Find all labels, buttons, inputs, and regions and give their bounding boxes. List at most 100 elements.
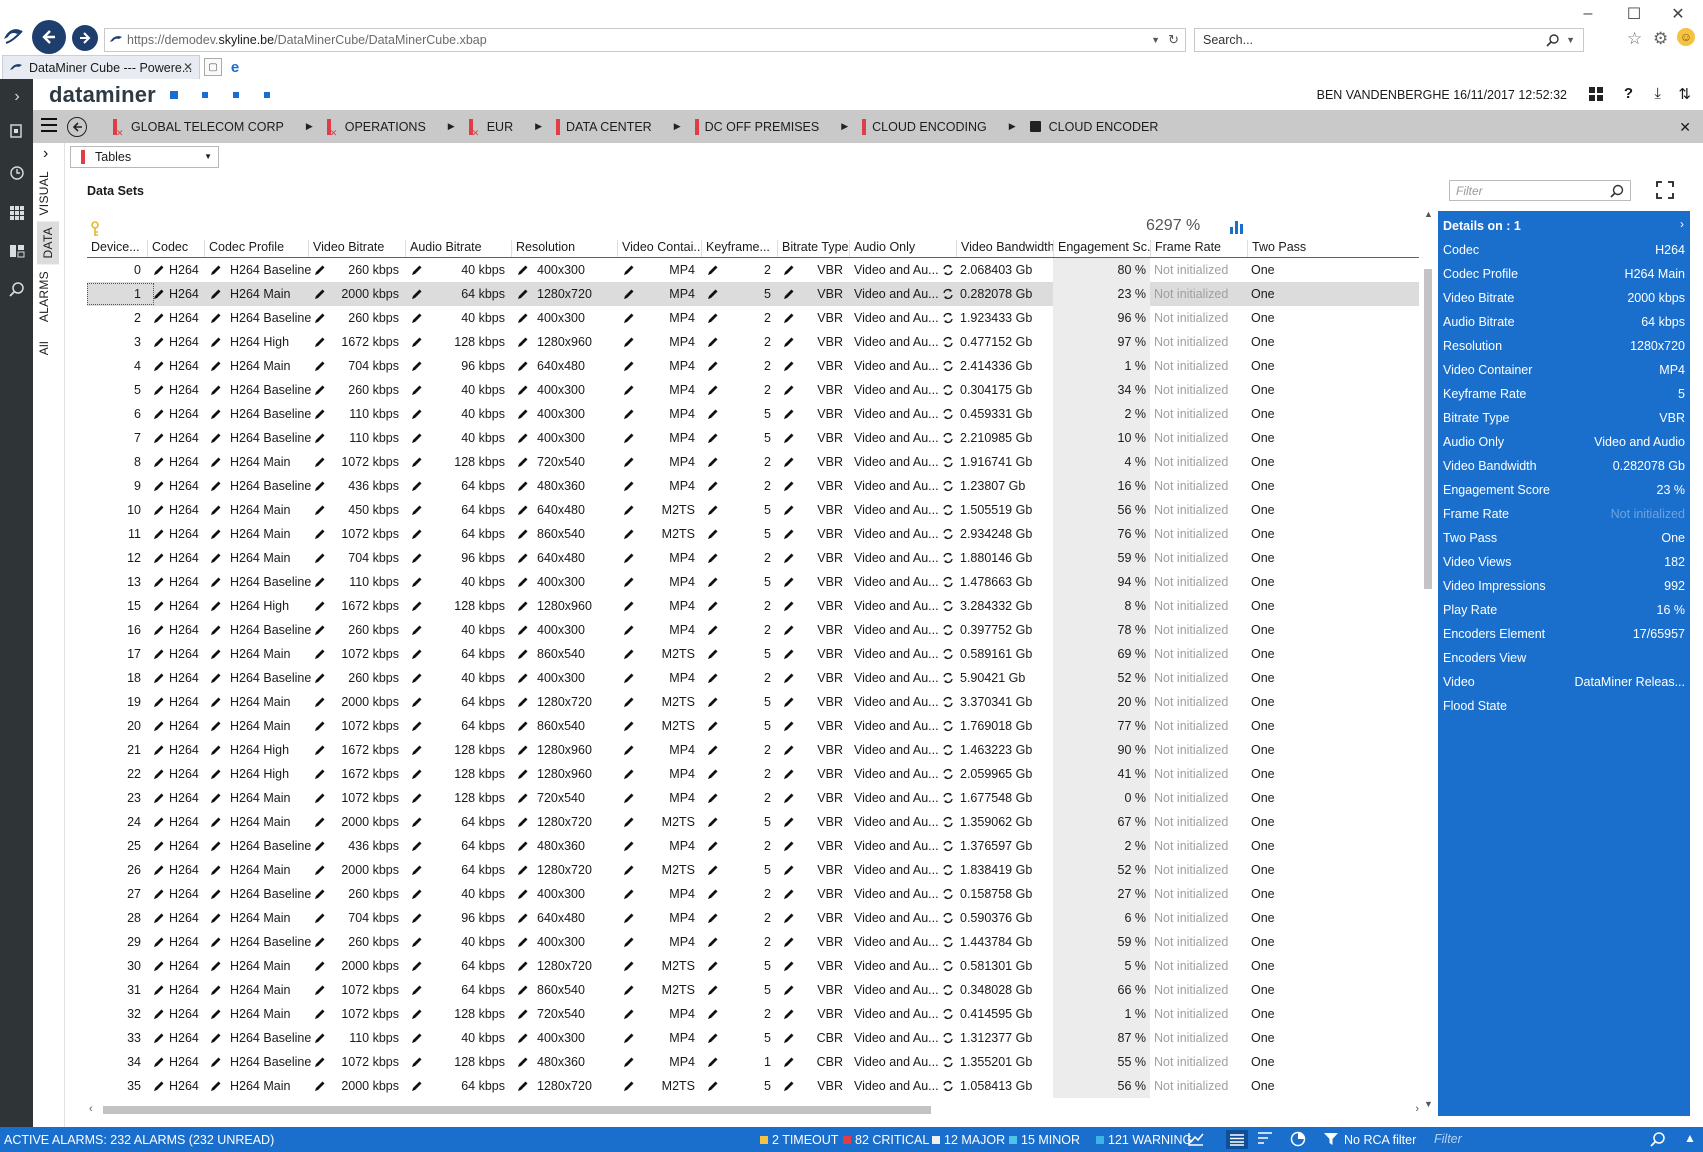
table-cell[interactable]: 22 [87, 762, 141, 786]
breadcrumb-item[interactable]: CLOUD ENCODING ▶ [862, 110, 1030, 143]
edit-pencil-icon[interactable] [517, 984, 529, 996]
table-row[interactable]: 32 H264 H264 Main 1072 kbps 128 kbps 720x540 M… [87, 1002, 1419, 1026]
workspace-indicator-1[interactable] [170, 91, 178, 99]
edit-pencil-icon[interactable] [210, 912, 222, 924]
severity-count[interactable]: 2 TIMEOUT [760, 1133, 838, 1147]
sync-icon[interactable] [942, 408, 954, 420]
edit-pencil-icon[interactable] [210, 1056, 222, 1068]
sync-icon[interactable] [942, 1056, 954, 1068]
workspace-indicator-4[interactable] [264, 92, 270, 98]
sync-icon[interactable] [942, 1032, 954, 1044]
severity-count[interactable]: 82 CRITICAL [843, 1133, 929, 1147]
workspace-indicator-2[interactable] [202, 92, 208, 98]
table-cell[interactable]: 5 [87, 378, 141, 402]
table-row[interactable]: 3 H264 H264 High 1672 kbps 128 kbps 1280x960 M… [87, 330, 1419, 354]
column-header[interactable]: Engagement Sc... [1053, 240, 1150, 257]
edit-pencil-icon[interactable] [153, 912, 165, 924]
edit-pencil-icon[interactable] [210, 432, 222, 444]
edit-pencil-icon[interactable] [153, 672, 165, 684]
help-icon[interactable]: ? [1624, 85, 1633, 102]
table-cell[interactable]: 7 [87, 426, 141, 450]
refresh-icon[interactable]: ↻ [1168, 32, 1179, 48]
table-cell[interactable]: 11 [87, 522, 141, 546]
new-tab-icon[interactable]: ▢ [204, 58, 222, 76]
breadcrumb-arrow-icon[interactable]: ▶ [448, 121, 455, 132]
table-row[interactable]: 21 H264 H264 High 1672 kbps 128 kbps 1280x960… [87, 738, 1419, 762]
sync-icon[interactable] [942, 336, 954, 348]
sync-icon[interactable] [942, 720, 954, 732]
sync-icon[interactable] [942, 816, 954, 828]
scroll-right-icon[interactable]: › [1415, 1103, 1419, 1115]
layout-grid-icon[interactable] [1589, 87, 1603, 101]
table-row[interactable]: 10 H264 H264 Main 450 kbps 64 kbps 640x480 M2T… [87, 498, 1419, 522]
table-row[interactable]: 17 H264 H264 Main 1072 kbps 64 kbps 860x540 M2… [87, 642, 1419, 666]
sync-icon[interactable] [942, 360, 954, 372]
table-cell[interactable]: 23 [87, 786, 141, 810]
edit-pencil-icon[interactable] [517, 792, 529, 804]
edit-pencil-icon[interactable] [153, 984, 165, 996]
edge-icon[interactable]: e [226, 58, 244, 76]
table-row[interactable]: 12 H264 H264 Main 704 kbps 96 kbps 640x480 MP4… [87, 546, 1419, 570]
edit-pencil-icon[interactable] [153, 864, 165, 876]
sync-icon[interactable] [942, 864, 954, 876]
table-row[interactable]: 29 H264 H264 Baseline 260 kbps 40 kbps 400x30… [87, 930, 1419, 954]
table-row[interactable]: 30 H264 H264 Main 2000 kbps 64 kbps 1280x720 M… [87, 954, 1419, 978]
table-cell[interactable]: 27 [87, 882, 141, 906]
edit-pencil-icon[interactable] [153, 600, 165, 612]
edit-pencil-icon[interactable] [517, 528, 529, 540]
edit-pencil-icon[interactable] [153, 768, 165, 780]
favorites-star-icon[interactable]: ☆ [1627, 29, 1642, 49]
sync-icon[interactable] [942, 624, 954, 636]
edit-pencil-icon[interactable] [210, 720, 222, 732]
edit-pencil-icon[interactable] [153, 408, 165, 420]
column-header[interactable]: Audio Bitrate [405, 240, 511, 257]
sync-icon[interactable] [942, 888, 954, 900]
column-header[interactable]: Video Bandwidth [956, 240, 1053, 257]
search-icon[interactable] [1546, 33, 1560, 47]
edit-pencil-icon[interactable] [210, 456, 222, 468]
breadcrumb-item[interactable]: ✕ EUR ▶ [468, 110, 556, 143]
table-cell[interactable]: 1 [87, 282, 141, 306]
table-cell[interactable]: 30 [87, 954, 141, 978]
edit-pencil-icon[interactable] [210, 840, 222, 852]
side-expand-icon[interactable]: › [43, 145, 48, 163]
filter-search-icon[interactable] [1610, 184, 1624, 198]
table-row[interactable]: 8 H264 H264 Main 1072 kbps 128 kbps 720x540 MP… [87, 450, 1419, 474]
edit-pencil-icon[interactable] [153, 288, 165, 300]
edit-pencil-icon[interactable] [210, 768, 222, 780]
edit-pencil-icon[interactable] [517, 696, 529, 708]
sync-icon[interactable] [942, 1008, 954, 1020]
breadcrumb-item[interactable]: ✕ GLOBAL TELECOM CORP ▶ [113, 110, 327, 143]
smiley-feedback-icon[interactable]: ☺ [1677, 28, 1695, 46]
table-row[interactable]: 15 H264 H264 High 1672 kbps 128 kbps 1280x960… [87, 594, 1419, 618]
list-view-icon[interactable] [1226, 1130, 1248, 1149]
surveyor-icon[interactable] [7, 121, 27, 141]
table-cell[interactable]: 18 [87, 666, 141, 690]
tables-dropdown[interactable]: Tables ▼ [70, 146, 219, 168]
settings-gear-icon[interactable]: ⚙ [1653, 29, 1668, 49]
edit-pencil-icon[interactable] [153, 336, 165, 348]
table-cell[interactable]: 20 [87, 714, 141, 738]
forward-button[interactable] [72, 25, 98, 51]
table-cell[interactable]: 6 [87, 402, 141, 426]
table-row[interactable]: 9 H264 H264 Baseline 436 kbps 64 kbps 480x360… [87, 474, 1419, 498]
edit-pencil-icon[interactable] [517, 624, 529, 636]
edit-pencil-icon[interactable] [517, 312, 529, 324]
table-row[interactable]: 0 H264 H264 Baseline 260 kbps 40 kbps 400x300… [87, 258, 1419, 282]
edit-pencil-icon[interactable] [210, 504, 222, 516]
edit-pencil-icon[interactable] [210, 408, 222, 420]
edit-pencil-icon[interactable] [517, 864, 529, 876]
breadcrumb-arrow-icon[interactable]: ▶ [841, 121, 848, 132]
table-cell[interactable]: 25 [87, 834, 141, 858]
sync-icon[interactable] [942, 912, 954, 924]
apps-grid-icon[interactable] [7, 203, 27, 223]
address-bar[interactable]: https://demodev.skyline.be/DataMinerCube… [104, 28, 1186, 52]
table-row[interactable]: 5 H264 H264 Baseline 260 kbps 40 kbps 400x300… [87, 378, 1419, 402]
edit-pencil-icon[interactable] [153, 552, 165, 564]
sync-icon[interactable] [942, 264, 954, 276]
rca-filter[interactable]: No RCA filter [1344, 1133, 1416, 1147]
edit-pencil-icon[interactable] [210, 552, 222, 564]
horizontal-scrollbar[interactable]: ‹ › [87, 1102, 1421, 1118]
table-row[interactable]: 33 H264 H264 Baseline 110 kbps 40 kbps 400x30… [87, 1026, 1419, 1050]
pie-chart-icon[interactable] [1290, 1131, 1306, 1147]
